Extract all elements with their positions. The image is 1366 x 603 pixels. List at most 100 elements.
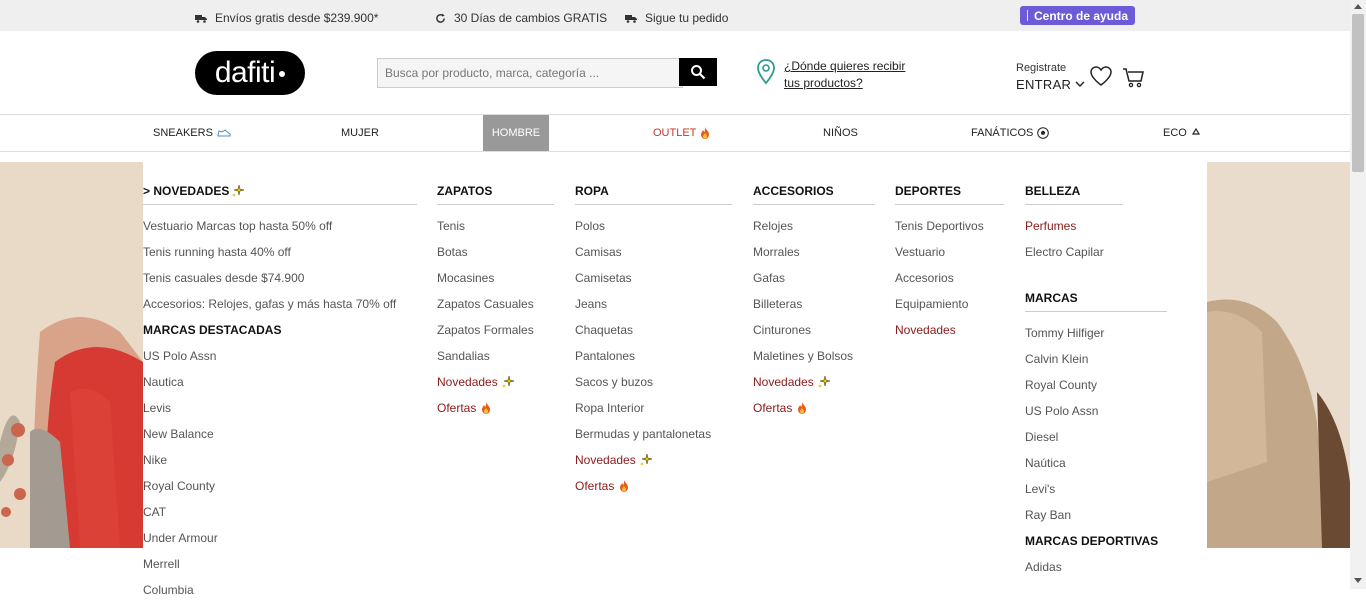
dafiti-logo[interactable]: dafiti	[195, 51, 305, 95]
list-item[interactable]: Chaquetas	[575, 317, 732, 343]
brand-link[interactable]: Diesel	[1025, 424, 1167, 450]
list-item[interactable]: Tenis running hasta 40% off	[143, 239, 417, 265]
location-pin-icon	[757, 59, 775, 85]
nav-ninos[interactable]: NIÑOS	[823, 115, 858, 151]
wishlist-button[interactable]	[1089, 65, 1113, 92]
track-order-link[interactable]: Sigue tu pedido	[625, 11, 728, 25]
brand-link[interactable]: Levis	[143, 395, 417, 421]
list-item[interactable]: Camisetas	[575, 265, 732, 291]
brand-link[interactable]: CAT	[143, 499, 417, 525]
list-item[interactable]: Zapatos Casuales	[437, 291, 554, 317]
nav-sneakers[interactable]: SNEAKERS	[153, 115, 231, 151]
nav-fanaticos-label: FANÁTICOS	[971, 127, 1034, 139]
perfumes-link[interactable]: Perfumes	[1025, 213, 1167, 239]
scroll-thumb[interactable]	[1352, 14, 1364, 172]
register-link[interactable]: Registrate	[1016, 62, 1085, 74]
brand-link[interactable]: Royal County	[143, 473, 417, 499]
list-item[interactable]: Electro Capilar	[1025, 239, 1167, 265]
menu-col-title[interactable]: > NOVEDADES	[143, 162, 417, 205]
brand-link[interactable]: Under Armour	[143, 525, 417, 551]
list-item[interactable]: Tenis casuales desde $74.900	[143, 265, 417, 291]
nav-outlet[interactable]: OUTLET	[653, 115, 710, 151]
list-item[interactable]: Bermudas y pantalonetas	[575, 421, 732, 447]
returns-text: 30 Días de cambios GRATIS	[454, 11, 608, 25]
menu-col-zapatos: ZAPATOS Tenis Botas Mocasines Zapatos Ca…	[437, 162, 554, 421]
nav-hombre[interactable]: HOMBRE	[483, 115, 549, 151]
list-item[interactable]: Equipamiento	[895, 291, 1004, 317]
belleza-title[interactable]: BELLEZA	[1025, 162, 1123, 205]
list-item[interactable]: Accesorios: Relojes, gafas y más hasta 7…	[143, 291, 417, 317]
brand-link[interactable]: Adidas	[1025, 554, 1167, 580]
list-item[interactable]: Mocasines	[437, 265, 554, 291]
divider	[1026, 10, 1028, 21]
brand-link[interactable]: Calvin Klein	[1025, 346, 1167, 372]
list-item[interactable]: Gafas	[753, 265, 875, 291]
list-item[interactable]: Botas	[437, 239, 554, 265]
brand-link[interactable]: Nike	[143, 447, 417, 473]
list-item[interactable]: Tenis	[437, 213, 554, 239]
list-item[interactable]: Accesorios	[895, 265, 1004, 291]
ropa-novedades-link[interactable]: Novedades	[575, 447, 732, 473]
accesorios-novedades-link[interactable]: Novedades	[753, 369, 875, 395]
list-item[interactable]: Zapatos Formales	[437, 317, 554, 343]
brand-link[interactable]: Columbia	[143, 577, 417, 603]
cart-button[interactable]	[1122, 67, 1146, 94]
ropa-title[interactable]: ROPA	[575, 162, 732, 205]
delivery-location-link[interactable]: ¿Dónde quieres recibir tus productos?	[784, 58, 914, 92]
list-item[interactable]: Cinturones	[753, 317, 875, 343]
brand-link[interactable]: Levi's	[1025, 476, 1167, 502]
deportes-novedades-link[interactable]: Novedades	[895, 317, 1004, 343]
accesorios-title[interactable]: ACCESORIOS	[753, 162, 875, 205]
zapatos-ofertas-link[interactable]: Ofertas	[437, 395, 554, 421]
list-item[interactable]: Ropa Interior	[575, 395, 732, 421]
fire-icon	[701, 127, 710, 139]
brand-link[interactable]: Merrell	[143, 551, 417, 577]
list-item[interactable]: Camisas	[575, 239, 732, 265]
brand-link[interactable]: US Polo Assn	[1025, 398, 1167, 424]
list-item[interactable]: Tenis Deportivos	[895, 213, 1004, 239]
cart-icon	[1123, 68, 1144, 88]
brand-link[interactable]: Naútica	[1025, 450, 1167, 476]
brand-link[interactable]: Ray Ban	[1025, 502, 1167, 528]
list-item[interactable]: Sacos y buzos	[575, 369, 732, 395]
marcas-list: Tommy Hilfiger Calvin Klein Royal County…	[1025, 320, 1167, 580]
list-item[interactable]: Relojes	[753, 213, 875, 239]
list-item[interactable]: Vestuario	[895, 239, 1004, 265]
accesorios-ofertas-link[interactable]: Ofertas	[753, 395, 875, 421]
delivery-location: ¿Dónde quieres recibir tus productos?	[756, 58, 914, 92]
list-item[interactable]: Jeans	[575, 291, 732, 317]
brand-link[interactable]: US Polo Assn	[143, 343, 417, 369]
nav-eco[interactable]: ECO	[1163, 115, 1201, 151]
zapatos-novedades-link[interactable]: Novedades	[437, 369, 554, 395]
list-item[interactable]: Morrales	[753, 239, 875, 265]
page-scrollbar[interactable]	[1350, 0, 1366, 589]
list-item[interactable]: Billeteras	[753, 291, 875, 317]
brand-link[interactable]: Nautica	[143, 369, 417, 395]
scroll-down-arrow-icon[interactable]	[1354, 578, 1362, 583]
shipping-message: Envíos gratis desde $239.900*	[195, 11, 378, 25]
sparkle-icon	[817, 376, 830, 388]
account-menu[interactable]: Registrate ENTRAR	[1016, 62, 1085, 92]
search-button[interactable]	[679, 58, 717, 86]
zapatos-title[interactable]: ZAPATOS	[437, 162, 554, 205]
help-center-button[interactable]: Centro de ayuda	[1020, 6, 1135, 25]
list-item[interactable]: Maletines y Bolsos	[753, 343, 875, 369]
list-item[interactable]: Pantalones	[575, 343, 732, 369]
login-link[interactable]: ENTRAR	[1016, 77, 1071, 92]
scroll-up-arrow-icon[interactable]	[1354, 4, 1362, 9]
brand-link[interactable]: New Balance	[143, 421, 417, 447]
brand-link[interactable]: Tommy Hilfiger	[1025, 320, 1167, 346]
list-item[interactable]: Polos	[575, 213, 732, 239]
logo-text: dafiti	[214, 56, 276, 89]
marcas-title[interactable]: MARCAS	[1025, 265, 1167, 312]
ropa-ofertas-link[interactable]: Ofertas	[575, 473, 732, 499]
search-input[interactable]	[377, 58, 683, 88]
recycle-icon	[1191, 128, 1200, 135]
deportes-title[interactable]: DEPORTES	[895, 162, 1004, 205]
list-item[interactable]: Sandalias	[437, 343, 554, 369]
search-icon	[691, 65, 706, 80]
brand-link[interactable]: Royal County	[1025, 372, 1167, 398]
nav-fanaticos[interactable]: FANÁTICOS	[971, 115, 1050, 151]
list-item[interactable]: Vestuario Marcas top hasta 50% off	[143, 213, 417, 239]
nav-mujer[interactable]: MUJER	[341, 115, 379, 151]
